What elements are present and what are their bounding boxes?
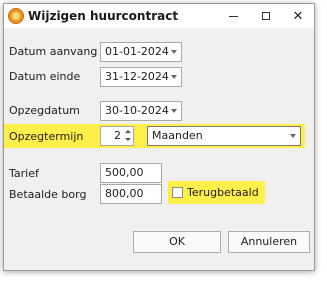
datum-einde-dropdown[interactable]: 31-12-2024	[100, 67, 182, 87]
opzegtermijn-label: Opzegtermijn	[9, 130, 84, 143]
datum-aanvang-value: 01-01-2024	[105, 45, 169, 58]
ok-button[interactable]: OK	[133, 231, 221, 253]
opzegtermijn-unit-value: Maanden	[152, 129, 203, 142]
maximize-icon	[262, 12, 270, 20]
minimize-icon	[228, 15, 238, 17]
terugbetaald-label[interactable]: Terugbetaald	[187, 186, 259, 199]
chevron-down-icon	[171, 75, 177, 79]
opzegdatum-label: Opzegdatum	[9, 104, 80, 117]
spin-down-icon[interactable]	[125, 138, 131, 141]
tarief-value: 500,00	[105, 166, 144, 179]
title-bar[interactable]: Wijzigen huurcontract ✕	[4, 4, 314, 28]
dialog-window: Wijzigen huurcontract ✕ Datum aanvang 01…	[3, 3, 315, 271]
chevron-down-icon	[171, 109, 177, 113]
betaalde-borg-input[interactable]: 800,00	[100, 184, 162, 204]
minimize-button[interactable]	[218, 4, 248, 28]
maximize-button[interactable]	[251, 4, 281, 28]
opzegdatum-value: 30-10-2024	[105, 104, 169, 117]
betaalde-borg-value: 800,00	[105, 187, 144, 200]
datum-aanvang-dropdown[interactable]: 01-01-2024	[100, 42, 182, 62]
datum-einde-value: 31-12-2024	[105, 70, 169, 83]
tarief-input[interactable]: 500,00	[100, 163, 162, 183]
close-icon: ✕	[292, 8, 304, 24]
opzegtermijn-spinner[interactable]: 2	[100, 126, 134, 146]
chevron-down-icon	[171, 50, 177, 54]
opzegtermijn-value: 2	[114, 129, 121, 142]
window-title: Wijzigen huurcontract	[28, 9, 179, 23]
opzegtermijn-unit-dropdown[interactable]: Maanden	[147, 126, 301, 146]
datum-einde-label: Datum einde	[9, 70, 81, 83]
chevron-down-icon	[290, 134, 296, 138]
spinner-arrows[interactable]	[123, 127, 133, 145]
tarief-label: Tarief	[9, 167, 39, 180]
datum-aanvang-label: Datum aanvang	[9, 45, 98, 58]
opzegdatum-dropdown[interactable]: 30-10-2024	[100, 101, 182, 121]
app-icon	[8, 8, 24, 24]
betaalde-borg-label: Betaalde borg	[9, 188, 87, 201]
cancel-button[interactable]: Annuleren	[228, 231, 310, 253]
close-button[interactable]: ✕	[283, 4, 313, 28]
terugbetaald-checkbox[interactable]	[172, 187, 183, 198]
spin-up-icon[interactable]	[125, 130, 131, 133]
